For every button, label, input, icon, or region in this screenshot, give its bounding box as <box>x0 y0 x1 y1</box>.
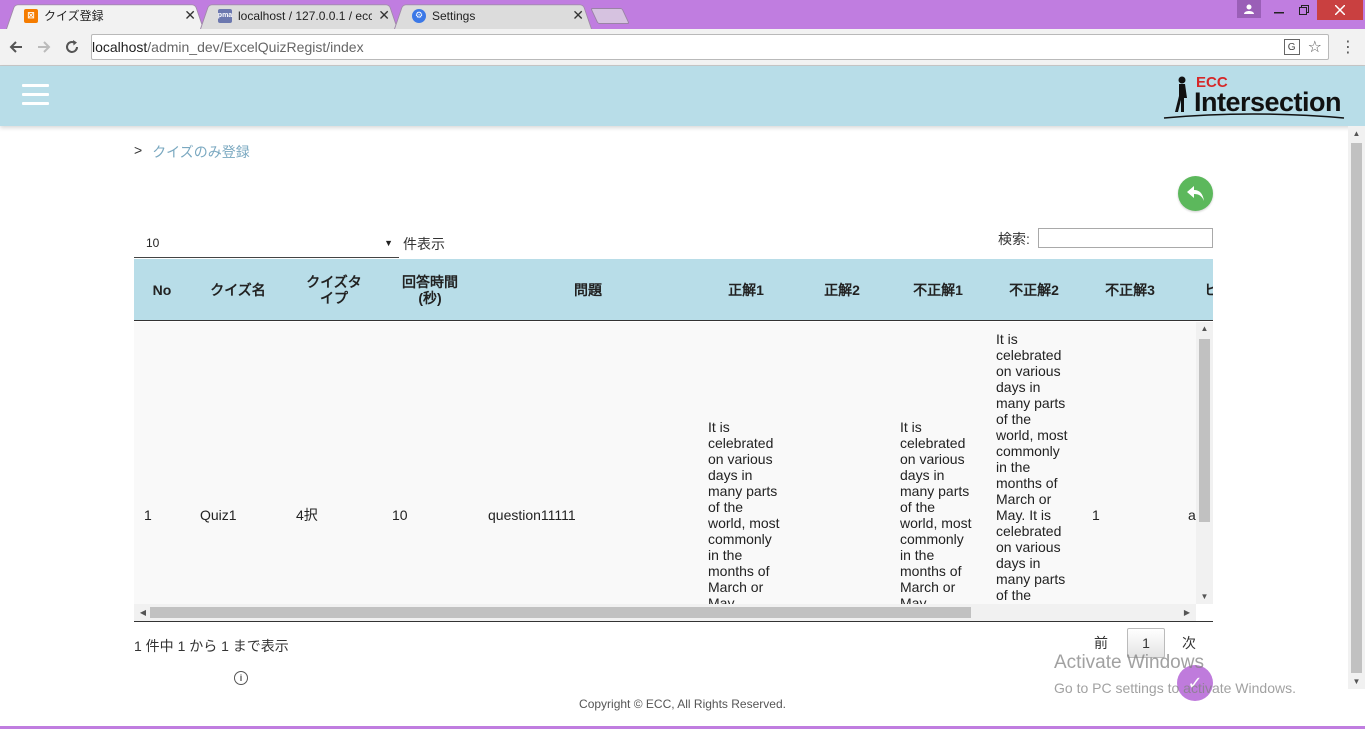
cell-wrong2: It is celebrated on various days in many… <box>996 331 1068 603</box>
close-tab-icon[interactable]: ✕ <box>184 7 196 24</box>
search-label: 検索: <box>998 231 1030 247</box>
xampp-icon: ⊠ <box>24 8 38 23</box>
phpmyadmin-icon: pma <box>218 8 232 23</box>
column-header-correct2[interactable]: 正解2 <box>794 259 890 321</box>
page-scroll-thumb[interactable] <box>1351 143 1362 673</box>
scroll-down-arrow-icon[interactable]: ▼ <box>1348 674 1365 689</box>
hamburger-menu-icon[interactable] <box>22 84 49 105</box>
cell-quiz-type: 4択 <box>296 507 318 523</box>
table-hscroll-thumb[interactable] <box>150 607 971 618</box>
tab-settings[interactable]: ⚙ Settings ✕ <box>394 2 592 29</box>
restore-icon[interactable] <box>1290 0 1318 20</box>
reload-icon[interactable] <box>62 37 82 57</box>
watermark-subtitle: Go to PC settings to activate Windows. <box>1054 680 1296 696</box>
cell-question: question11111 <box>488 507 576 523</box>
table-info: 1 件中 1 から 1 まで表示 <box>134 638 289 654</box>
browser-toolbar: i localhost/admin_dev/ExcelQuizRegist/in… <box>0 29 1365 685</box>
tab-phpmyadmin[interactable]: pma localhost / 127.0.0.1 / ecc ✕ <box>200 2 398 29</box>
tab-title: クイズ登録 <box>44 9 104 23</box>
cell-wrong1: It is celebrated on various days in many… <box>900 419 972 604</box>
table-header: No クイズ名 クイズタ イプ 回答時間 (秒) 問題 正解1 正解2 不正解1… <box>134 259 1213 321</box>
forward-arrow-icon[interactable] <box>34 37 54 57</box>
tab-quiz-regist[interactable]: ⊠ クイズ登録 ✕ <box>6 2 204 29</box>
cell-quiz-name: Quiz1 <box>200 507 237 523</box>
column-header-quiz-name[interactable]: クイズ名 <box>190 259 286 321</box>
column-header-answer-time[interactable]: 回答時間 (秒) <box>382 259 478 321</box>
copyright: Copyright © ECC, All Rights Reserved. <box>579 697 786 711</box>
info-icon[interactable]: i <box>234 671 248 685</box>
undo-arrow-icon <box>1186 185 1204 201</box>
close-tab-icon[interactable]: ✕ <box>572 7 584 24</box>
scroll-up-arrow-icon[interactable]: ▲ <box>1348 126 1365 141</box>
search-input[interactable] <box>1038 228 1213 248</box>
cell-answer-time: 10 <box>392 507 408 523</box>
translate-icon[interactable]: G <box>1283 39 1300 55</box>
column-header-no[interactable]: No <box>134 259 190 321</box>
cell-correct1: It is celebrated on various days in many… <box>708 419 780 604</box>
gear-icon: ⚙ <box>412 8 426 23</box>
chevron-down-icon: ▼ <box>384 237 393 248</box>
table-horizontal-scrollbar[interactable]: ◀ ▶ <box>134 604 1196 621</box>
user-profile-icon[interactable] <box>1237 0 1261 18</box>
column-header-quiz-type[interactable]: クイズタ イプ <box>286 259 382 321</box>
breadcrumb-separator: > <box>134 142 143 158</box>
cell-no: 1 <box>144 507 152 523</box>
scroll-left-arrow-icon[interactable]: ◀ <box>136 604 150 621</box>
bookmark-star-icon[interactable]: ☆ <box>1308 37 1322 57</box>
column-header-wrong3[interactable]: 不正解3 <box>1082 259 1178 321</box>
table-vscroll-thumb[interactable] <box>1199 339 1210 522</box>
new-tab-button[interactable] <box>590 8 630 24</box>
page-length-value: 10 <box>146 235 160 250</box>
url-text: localhost/admin_dev/ExcelQuizRegist/inde… <box>92 39 364 55</box>
column-header-correct1[interactable]: 正解1 <box>698 259 794 321</box>
table-body: 1 Quiz1 4択 10 question11111 It is celebr… <box>134 322 1196 604</box>
table-vertical-scrollbar[interactable]: ▲ ▼ <box>1196 322 1213 604</box>
browser-tabstrip: ⊠ クイズ登録 ✕ pma localhost / 127.0.0.1 / ec… <box>0 0 1365 29</box>
page-scrollbar[interactable]: ▲ ▼ <box>1348 126 1365 689</box>
quiz-table: No クイズ名 クイズタ イプ 回答時間 (秒) 問題 正解1 正解2 不正解1… <box>134 259 1213 622</box>
column-header-wrong2[interactable]: 不正解2 <box>986 259 1082 321</box>
back-arrow-icon[interactable] <box>6 37 26 57</box>
cell-hint: a <box>1188 507 1196 523</box>
breadcrumb-current-link[interactable]: クイズのみ登録 <box>152 142 250 162</box>
cell-wrong3: 1 <box>1092 507 1100 523</box>
window-close-icon[interactable] <box>1317 0 1363 20</box>
back-button[interactable] <box>1178 176 1213 211</box>
address-bar[interactable]: i localhost/admin_dev/ExcelQuizRegist/in… <box>91 34 1329 685</box>
page-length-select[interactable]: 10 ▼ <box>134 228 399 258</box>
column-header-question[interactable]: 問題 <box>478 259 698 321</box>
activate-windows-watermark: Activate Windows Go to PC settings to ac… <box>1054 652 1296 696</box>
scroll-down-arrow-icon[interactable]: ▼ <box>1196 590 1213 604</box>
breadcrumb: > クイズのみ登録 <box>134 142 250 162</box>
scroll-up-arrow-icon[interactable]: ▲ <box>1196 322 1213 336</box>
column-header-hint[interactable]: ヒ <box>1178 259 1213 321</box>
close-tab-icon[interactable]: ✕ <box>378 7 390 24</box>
column-header-wrong1[interactable]: 不正解1 <box>890 259 986 321</box>
tab-title: Settings <box>432 8 476 23</box>
minimize-icon[interactable] <box>1265 0 1293 20</box>
logo-intersection-text: Intersection <box>1194 87 1342 117</box>
watermark-title: Activate Windows <box>1054 652 1204 673</box>
ecc-intersection-logo[interactable]: ECC Intersection <box>1162 74 1346 120</box>
site-header: ECC Intersection <box>0 66 1365 126</box>
browser-menu-icon[interactable]: ⋮ <box>1340 38 1356 58</box>
tab-title: localhost / 127.0.0.1 / ecc <box>238 8 373 23</box>
scroll-right-arrow-icon[interactable]: ▶ <box>1180 604 1194 621</box>
page-length-label: 件表示 <box>403 236 445 252</box>
